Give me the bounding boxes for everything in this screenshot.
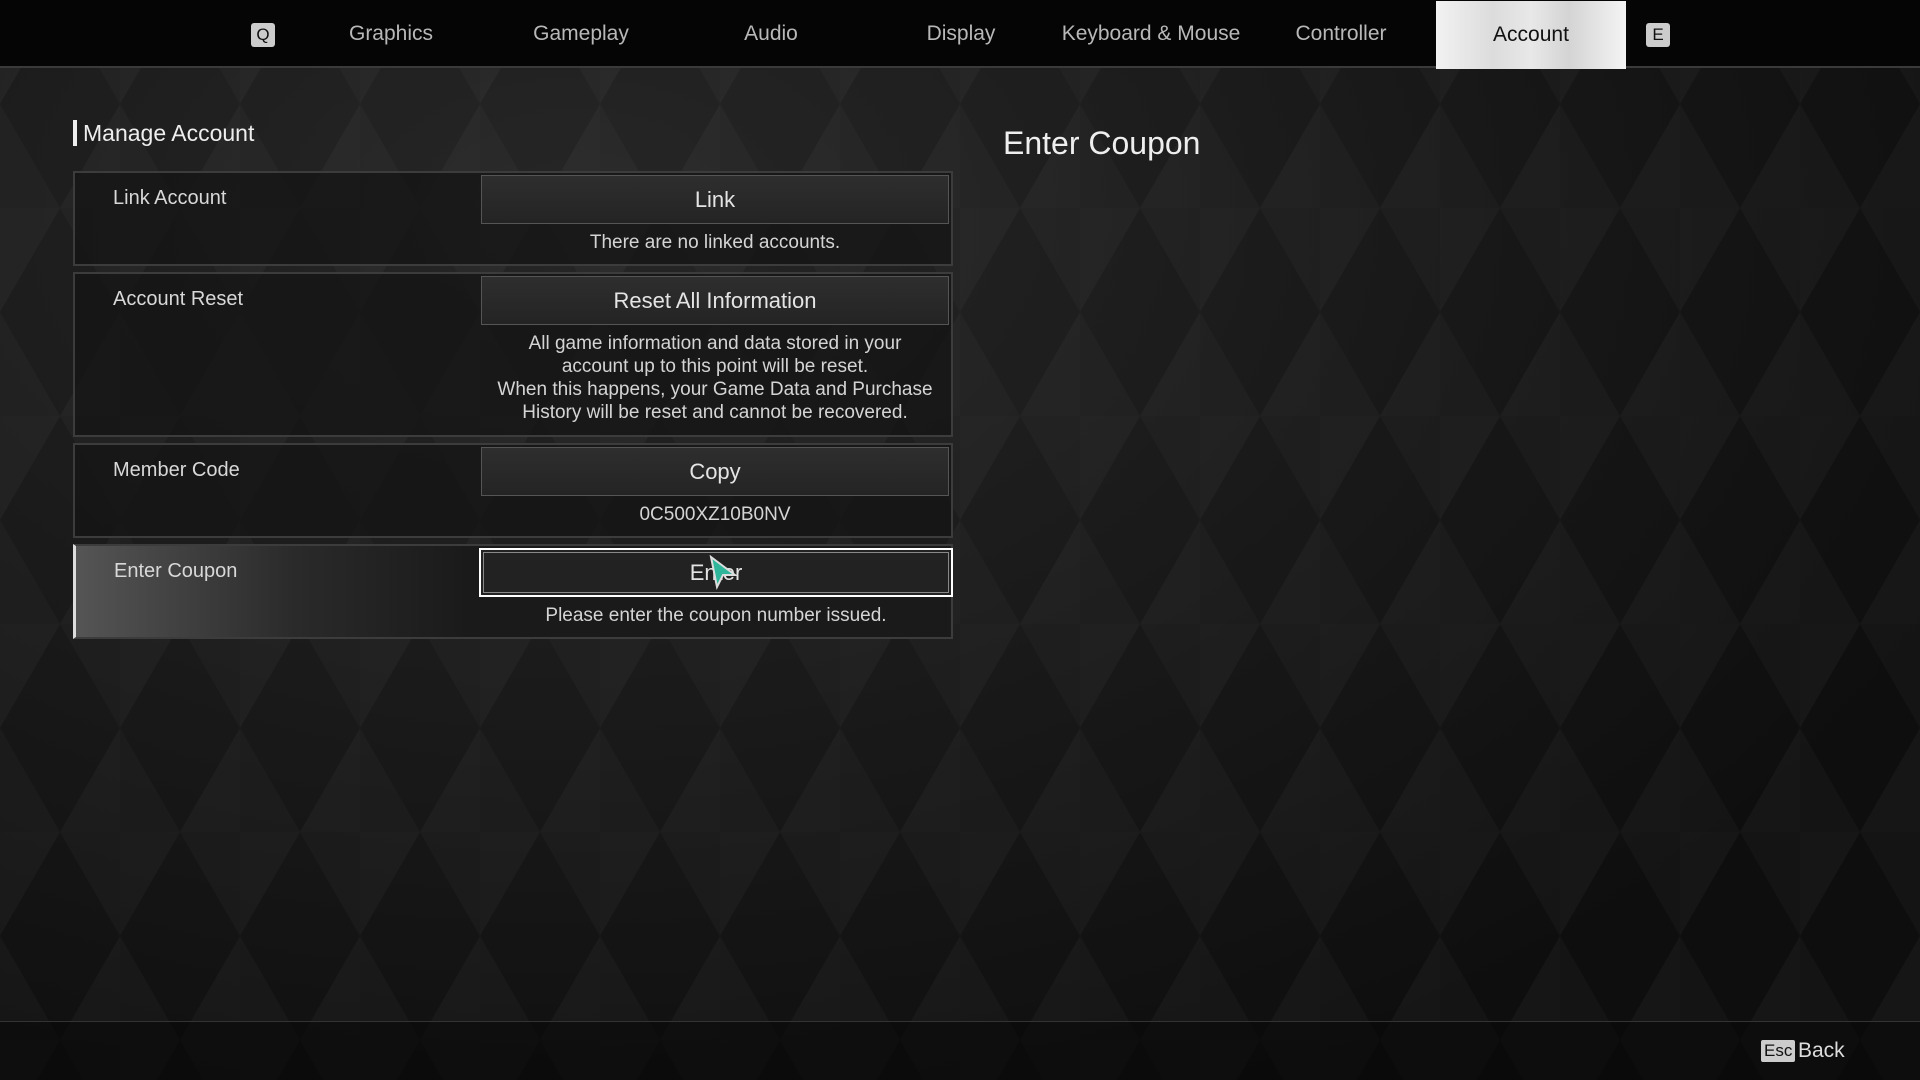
prev-tab-key[interactable]: Q [251,23,275,47]
tab-audio[interactable]: Audio [744,0,798,68]
tab-controller[interactable]: Controller [1295,0,1386,68]
copy-button[interactable]: Copy [481,447,949,496]
tab-account[interactable]: Account [1436,1,1626,69]
tab-display[interactable]: Display [927,0,996,68]
row-member-code: Member Code Copy 0C500XZ10B0NV [73,443,953,538]
next-tab-key[interactable]: E [1646,23,1670,47]
background-pattern [0,0,1920,1080]
row-description: Please enter the coupon number issued. [545,605,887,626]
row-description: All game information and data stored in … [528,333,902,377]
section-title: Manage Account [73,120,254,146]
row-label: Member Code [113,459,240,481]
row-description: There are no linked accounts. [589,232,841,253]
row-enter-coupon: Enter Coupon Enter Please enter the coup… [73,544,953,639]
detail-title: Enter Coupon [1003,125,1201,161]
row-label: Link Account [113,187,227,209]
tab-graphics[interactable]: Graphics [349,0,433,68]
mouse-cursor-icon [709,555,738,591]
link-button[interactable]: Link [481,175,949,224]
row-label: Account Reset [113,288,244,310]
footer-bar [0,1021,1920,1080]
back-button[interactable]: Back [1798,1039,1845,1063]
tab-bar: Q Graphics Gameplay Audio Display Keyboa… [0,0,1920,69]
row-link-account: Link Account Link There are no linked ac… [73,171,953,266]
row-description-warning: When this happens, your Game Data and Pu… [497,379,933,423]
row-label: Enter Coupon [114,560,238,582]
reset-all-button[interactable]: Reset All Information [481,276,949,325]
member-code-value: 0C500XZ10B0NV [639,504,791,525]
esc-key-icon[interactable]: Esc [1761,1040,1796,1062]
row-account-reset: Account Reset Reset All Information All … [73,272,953,437]
tab-gameplay[interactable]: Gameplay [533,0,629,68]
tab-keyboard-mouse[interactable]: Keyboard & Mouse [1062,0,1241,68]
